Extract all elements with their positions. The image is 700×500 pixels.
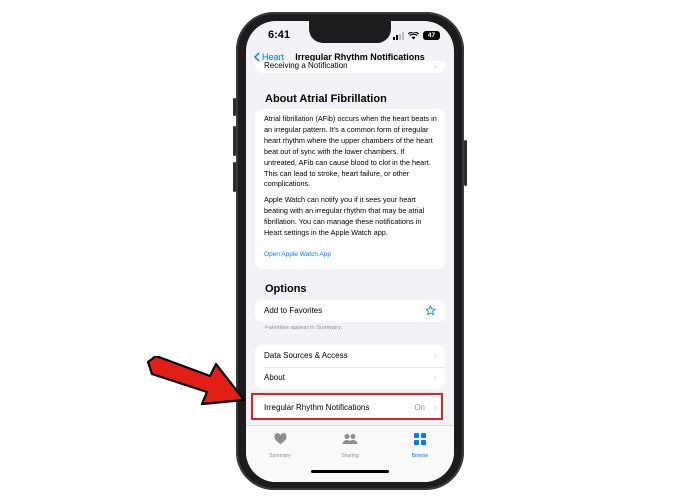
tab-label: Summary (269, 453, 291, 459)
mute-switch (233, 98, 236, 116)
home-indicator (311, 470, 389, 473)
add-to-favorites-row[interactable]: Add to Favorites (255, 300, 445, 322)
people-icon (342, 434, 358, 444)
open-watch-app-link[interactable]: Open Apple Watch App (264, 251, 331, 258)
status-icons: 47 (393, 31, 440, 40)
star-icon[interactable] (425, 305, 436, 316)
row-label: Add to Favorites (264, 306, 323, 315)
tab-bar: Summary Sharing Browse (246, 425, 454, 482)
volume-down-button (233, 162, 236, 192)
tab-label: Sharing (341, 453, 359, 459)
tab-sharing[interactable]: Sharing (325, 432, 375, 459)
row-label: Receiving a Notification (264, 61, 348, 70)
tab-label: Browse (411, 453, 429, 459)
volume-up-button (233, 126, 236, 156)
highlight-box (251, 393, 443, 420)
chevron-right-icon: › (434, 372, 437, 382)
afib-paragraph-1: Atrial fibrillation (AFib) occurs when t… (264, 114, 437, 189)
grid-icon (414, 433, 426, 445)
row-label: Data Sources & Access (264, 351, 348, 360)
signal-icon (393, 31, 404, 40)
chevron-right-icon: › (434, 350, 437, 360)
options-heading: Options (265, 283, 307, 295)
data-sources-row[interactable]: Data Sources & Access › (255, 345, 445, 367)
favorites-footnote: Favorites appear in Summary. (265, 325, 343, 331)
tab-summary[interactable]: Summary (255, 432, 305, 459)
about-row[interactable]: About › (255, 367, 445, 389)
tab-browse[interactable]: Browse (395, 432, 445, 459)
receiving-notification-row[interactable]: Receiving a Notification › (255, 61, 445, 73)
status-time: 6:41 (268, 29, 291, 41)
wifi-icon (408, 31, 419, 39)
battery-icon: 47 (423, 31, 440, 40)
heart-icon (273, 433, 287, 445)
about-afib-heading: About Atrial Fibrillation (265, 93, 387, 105)
about-afib-card: Atrial fibrillation (AFib) occurs when t… (255, 109, 445, 269)
settings-group: Data Sources & Access › About › (255, 345, 445, 389)
pointer-arrow (146, 356, 246, 406)
row-label: About (264, 373, 285, 382)
side-button (464, 140, 467, 186)
notch (309, 21, 391, 43)
afib-paragraph-2: Apple Watch can notify you if it sees yo… (264, 195, 425, 237)
chevron-right-icon: › (434, 61, 437, 71)
